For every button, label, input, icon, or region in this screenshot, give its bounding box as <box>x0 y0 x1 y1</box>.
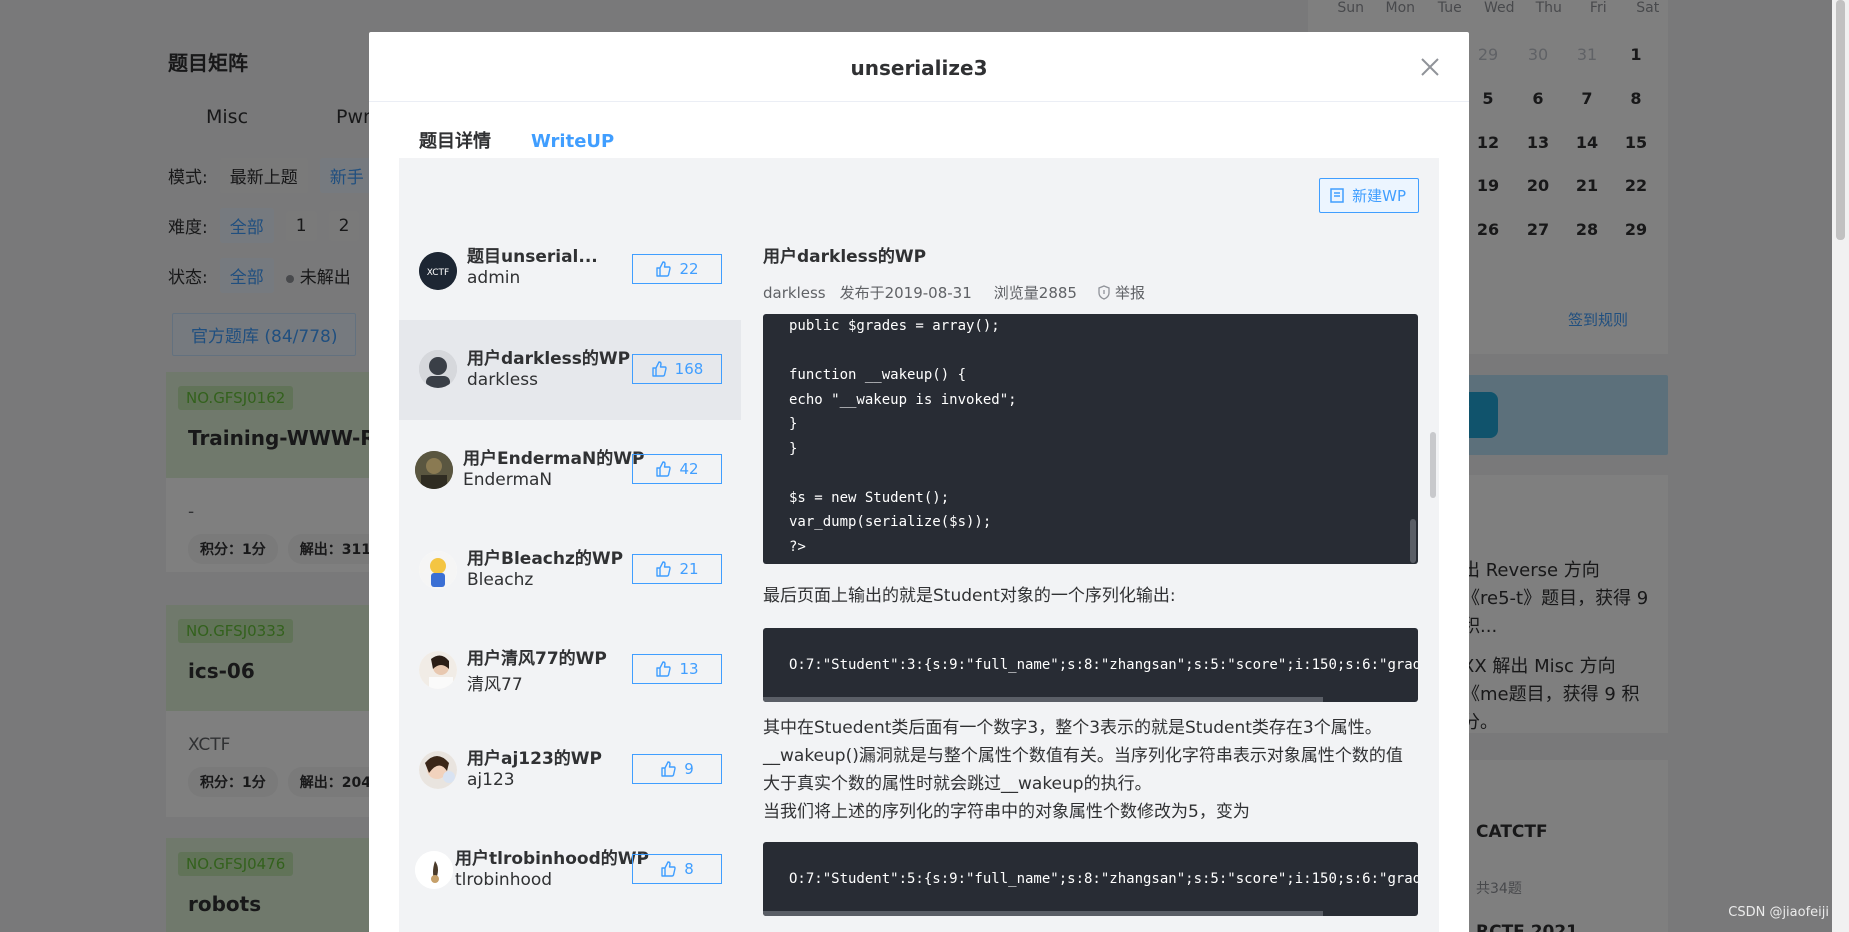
like-button[interactable]: 13 <box>632 654 722 684</box>
writeup-item[interactable]: 用户darkless的WP darkless 168 <box>399 320 741 420</box>
writeup-item[interactable]: 用户Bleachz的WP Bleachz 21 <box>399 520 741 620</box>
writeup-title: 用户Bleachz的WP <box>467 549 624 569</box>
like-count: 13 <box>679 660 699 678</box>
writeup-title: 用户tlrobinhood的WP <box>455 849 649 869</box>
writeup-author: EndermaN <box>463 470 553 490</box>
svg-text:XCTF: XCTF <box>427 268 449 278</box>
like-count: 21 <box>679 560 699 578</box>
writeup-item[interactable]: 用户tlrobinhood的WP tlrobinhood 8 <box>399 820 741 920</box>
thumbs-up-icon <box>656 261 672 277</box>
writeup-author: 清风77 <box>467 675 523 695</box>
writeup-views: 浏览量2885 <box>993 284 1077 302</box>
close-icon[interactable] <box>1419 56 1441 78</box>
like-button[interactable]: 42 <box>632 454 722 484</box>
page-scrollbar-thumb[interactable] <box>1836 0 1845 240</box>
code-block: public $grades = array(); function __wak… <box>763 314 1418 564</box>
shield-icon <box>1098 285 1110 300</box>
avatar <box>415 451 453 489</box>
new-wp-button[interactable]: 新建WP <box>1319 178 1419 213</box>
writeup-detail-author[interactable]: darkless <box>763 284 826 302</box>
writeup-content: public $grades = array(); function __wak… <box>743 314 1439 932</box>
code-scrollbar[interactable] <box>763 697 1323 702</box>
avatar <box>419 350 457 388</box>
writeup-published: 发布于2019-08-31 <box>839 284 972 302</box>
modal-title: unserialize3 <box>850 56 988 80</box>
writeup-title: 用户EndermaN的WP <box>463 449 645 469</box>
writeup-author: tlrobinhood <box>455 870 553 890</box>
writeup-panel: 新建WP XCTF 题目unserial... admin 22 用户darkl… <box>399 158 1439 932</box>
modal-header: unserialize3 <box>369 32 1469 102</box>
code-block: O:7:"Student":3:{s:9:"full_name";s:8:"zh… <box>763 628 1418 702</box>
code-scrollbar[interactable] <box>1410 519 1416 563</box>
like-button[interactable]: 8 <box>632 854 722 884</box>
writeup-item[interactable]: XCTF 题目unserial... admin 22 <box>399 220 741 320</box>
code-scrollbar[interactable] <box>763 911 1323 916</box>
writeup-title: 题目unserial... <box>467 247 598 267</box>
page-scrollbar[interactable] <box>1832 0 1849 932</box>
writeup-author: Bleachz <box>467 570 534 590</box>
avatar <box>415 851 453 889</box>
avatar <box>419 551 457 589</box>
code-block: O:7:"Student":5:{s:9:"full_name";s:8:"zh… <box>763 842 1418 916</box>
like-count: 8 <box>684 860 694 878</box>
thumbs-up-icon <box>661 861 676 877</box>
writeup-title: 用户darkless的WP <box>467 349 631 369</box>
like-button[interactable]: 9 <box>632 754 722 784</box>
writeup-item[interactable]: 用户EndermaN的WP EndermaN 42 <box>399 420 741 520</box>
report-button[interactable]: 举报 <box>1097 282 1145 303</box>
writeup-title: 用户清风77的WP <box>467 649 607 669</box>
writeup-title: 用户aj123的WP <box>467 749 602 769</box>
thumbs-up-icon <box>651 361 667 377</box>
code-text: O:7:"Student":5:{s:9:"full_name";s:8:"zh… <box>789 871 1418 887</box>
writeup-detail: 用户darkless的WP darkless 发布于2019-08-31 浏览量… <box>743 220 1439 932</box>
report-label: 举报 <box>1114 284 1145 302</box>
like-button[interactable]: 22 <box>632 254 722 284</box>
avatar: XCTF <box>419 252 457 290</box>
avatar <box>419 751 457 789</box>
writeup-item[interactable]: 用户清风77的WP 清风77 13 <box>399 620 741 720</box>
writeup-detail-header: 用户darkless的WP darkless 发布于2019-08-31 浏览量… <box>743 220 1439 322</box>
new-wp-label: 新建WP <box>1352 187 1406 205</box>
like-count: 9 <box>684 760 694 778</box>
thumbs-up-icon <box>661 761 676 777</box>
paragraph: 其中在Stuedent类后面有一个数字3，整个3表示的就是Student类存在3… <box>763 718 1403 822</box>
like-button[interactable]: 21 <box>632 554 722 584</box>
like-count: 22 <box>679 260 699 278</box>
avatar <box>419 651 457 689</box>
content-scrollbar[interactable] <box>1430 432 1436 498</box>
thumbs-up-icon <box>656 561 672 577</box>
watermark: CSDN @jiaofeiji <box>1728 905 1829 920</box>
thumbs-up-icon <box>656 461 672 477</box>
code-text: public $grades = array(); function __wak… <box>789 318 1017 555</box>
writeup-meta: darkless 发布于2019-08-31 浏览量2885 举报 <box>763 282 1145 303</box>
challenge-modal: unserialize3 题目详情 WriteUP 新建WP XCTF 题目un… <box>369 32 1469 932</box>
thumbs-up-icon <box>656 661 672 677</box>
like-count: 168 <box>674 360 704 378</box>
like-count: 42 <box>679 460 699 478</box>
paragraph: 最后页面上输出的就是Student对象的一个序列化输出: <box>763 586 1176 606</box>
writeup-author: darkless <box>467 370 538 390</box>
document-icon <box>1330 188 1344 203</box>
like-button[interactable]: 168 <box>632 354 722 384</box>
writeup-author: aj123 <box>467 770 515 790</box>
code-text: O:7:"Student":3:{s:9:"full_name";s:8:"zh… <box>789 657 1418 673</box>
writeup-item[interactable]: 用户aj123的WP aj123 9 <box>399 720 741 820</box>
writeup-author: admin <box>467 268 521 288</box>
writeup-list: XCTF 题目unserial... admin 22 用户darkless的W… <box>399 220 741 932</box>
writeup-detail-title: 用户darkless的WP <box>763 247 927 267</box>
